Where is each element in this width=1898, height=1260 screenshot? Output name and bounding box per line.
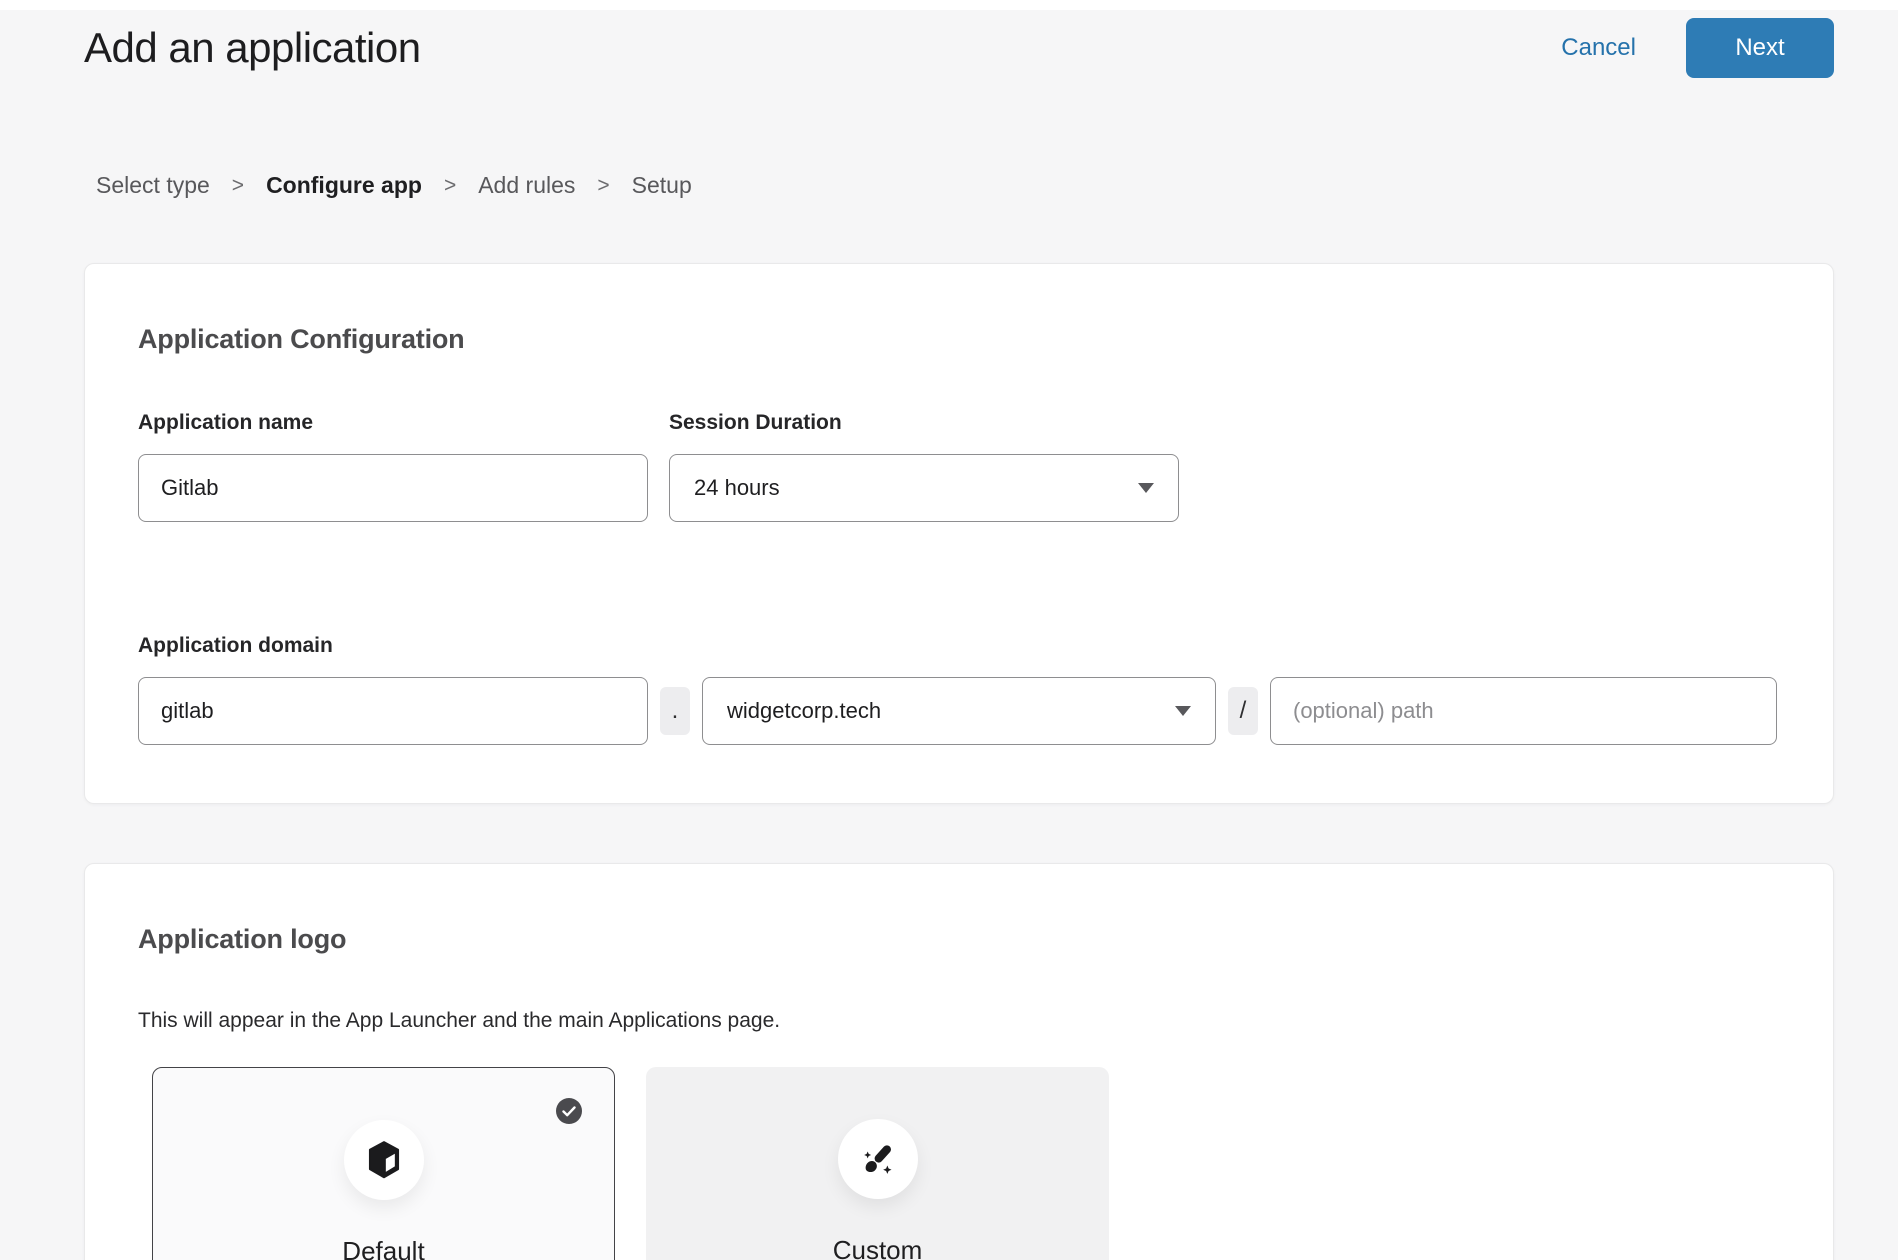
logo-description: This will appear in the App Launcher and… bbox=[138, 1009, 1777, 1033]
session-duration-select[interactable]: 24 hours bbox=[669, 454, 1179, 522]
next-button[interactable]: Next bbox=[1686, 18, 1834, 78]
page-title: Add an application bbox=[84, 24, 421, 72]
step-separator: > bbox=[597, 174, 609, 198]
cube-icon bbox=[367, 1141, 401, 1179]
logo-heading: Application logo bbox=[138, 924, 1777, 955]
chevron-down-icon bbox=[1138, 483, 1154, 493]
chevron-down-icon bbox=[1175, 706, 1191, 716]
domain-value: widgetcorp.tech bbox=[727, 698, 881, 724]
name-duration-row: Application name Session Duration 24 hou… bbox=[138, 411, 1777, 522]
cancel-button[interactable]: Cancel bbox=[1561, 34, 1636, 62]
path-input[interactable] bbox=[1270, 677, 1777, 745]
top-strip bbox=[0, 0, 1898, 10]
custom-icon-circle bbox=[838, 1119, 918, 1199]
application-domain-row: . widgetcorp.tech / bbox=[138, 677, 1777, 745]
application-configuration-card: Application Configuration Application na… bbox=[84, 263, 1834, 804]
step-add-rules[interactable]: Add rules bbox=[478, 172, 575, 199]
slash-separator: / bbox=[1228, 687, 1258, 735]
application-logo-card: Application logo This will appear in the… bbox=[84, 863, 1834, 1260]
step-separator: > bbox=[444, 174, 456, 198]
selected-check-badge bbox=[556, 1098, 582, 1124]
application-name-input[interactable] bbox=[138, 454, 648, 522]
session-duration-value: 24 hours bbox=[694, 475, 780, 501]
add-application-page: Add an application Cancel Next Select ty… bbox=[0, 18, 1898, 1260]
step-separator: > bbox=[232, 174, 244, 198]
check-icon bbox=[562, 1106, 576, 1117]
application-name-label: Application name bbox=[138, 411, 648, 435]
subdomain-input[interactable] bbox=[138, 677, 648, 745]
step-select-type[interactable]: Select type bbox=[96, 172, 210, 199]
session-duration-label: Session Duration bbox=[669, 411, 1179, 435]
header-actions: Cancel Next bbox=[1561, 18, 1834, 78]
dot-separator: . bbox=[660, 687, 690, 735]
logo-option-default[interactable]: Default bbox=[152, 1067, 615, 1260]
wizard-steps: Select type > Configure app > Add rules … bbox=[96, 172, 1834, 199]
paintbrush-icon bbox=[862, 1143, 894, 1175]
logo-options: Default Custom bbox=[152, 1067, 1777, 1260]
domain-select[interactable]: widgetcorp.tech bbox=[702, 677, 1216, 745]
logo-option-custom[interactable]: Custom bbox=[646, 1067, 1109, 1260]
application-domain-label: Application domain bbox=[138, 634, 1777, 658]
application-name-field: Application name bbox=[138, 411, 648, 522]
page-header: Add an application Cancel Next bbox=[84, 18, 1834, 78]
step-setup[interactable]: Setup bbox=[632, 172, 692, 199]
step-configure-app[interactable]: Configure app bbox=[266, 172, 422, 199]
logo-option-label: Default bbox=[342, 1236, 424, 1260]
session-duration-field: Session Duration 24 hours bbox=[669, 411, 1179, 522]
default-icon-circle bbox=[344, 1120, 424, 1200]
logo-option-label: Custom bbox=[833, 1235, 923, 1260]
configuration-heading: Application Configuration bbox=[138, 324, 1777, 355]
